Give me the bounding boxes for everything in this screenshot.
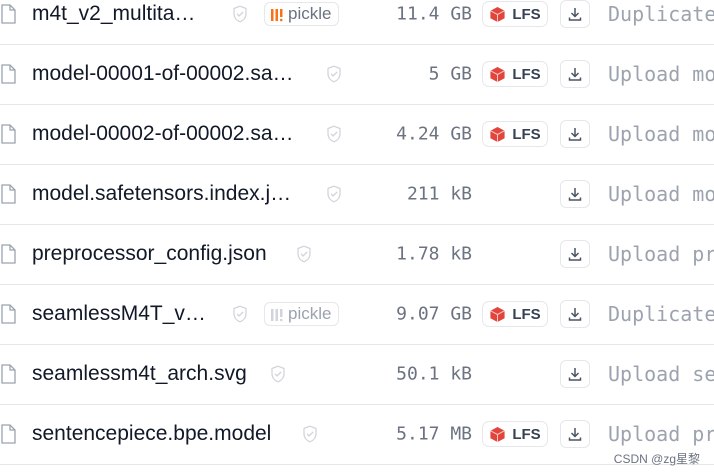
download-button[interactable] xyxy=(560,420,590,448)
file-icon xyxy=(0,244,16,264)
safe-shield-icon xyxy=(326,185,342,203)
file-row[interactable]: seamlessm4t_arch.svg 50.1 kB Upload se xyxy=(0,344,714,405)
file-icon xyxy=(0,124,16,144)
download-button[interactable] xyxy=(560,120,590,148)
download-icon xyxy=(567,126,583,142)
file-icon xyxy=(0,364,16,384)
lfs-cube-icon xyxy=(489,126,506,143)
lfs-label: LFS xyxy=(512,65,541,83)
file-row[interactable]: sentencepiece.bpe.model 5.17 MB LFS Upload … xyxy=(0,404,714,465)
download-button[interactable] xyxy=(560,60,590,88)
pickle-label: pickle xyxy=(288,304,332,323)
pickle-icon xyxy=(271,7,283,22)
file-icon xyxy=(0,64,16,84)
download-button[interactable] xyxy=(560,0,590,28)
lfs-cube-icon xyxy=(489,6,506,23)
safe-shield-icon xyxy=(302,425,318,443)
lfs-label: LFS xyxy=(512,425,541,443)
safe-shield-icon xyxy=(270,365,286,383)
file-name-link[interactable]: model-00001-of-00002.sa… xyxy=(32,62,294,86)
lfs-label: LFS xyxy=(512,125,541,143)
file-row[interactable]: seamlessM4T_v… pickle 9.07 GB LFS Duplicate xyxy=(0,284,714,345)
download-button[interactable] xyxy=(560,300,590,328)
pickle-badge[interactable]: pickle xyxy=(264,2,340,26)
safe-shield-icon xyxy=(232,305,248,323)
lfs-label: LFS xyxy=(512,5,541,23)
pickle-icon xyxy=(271,307,283,322)
file-name-link[interactable]: m4t_v2_multita… xyxy=(32,2,195,26)
commit-message-link[interactable]: Duplicate xyxy=(608,302,714,326)
commit-message-link[interactable]: Upload se xyxy=(608,362,714,386)
file-row[interactable]: preprocessor_config.json 1.78 kB Upload pr xyxy=(0,224,714,285)
download-icon xyxy=(567,426,583,442)
file-size: 11.4 GB xyxy=(396,3,472,25)
commit-message-link[interactable]: Upload pr xyxy=(608,242,714,266)
file-icon xyxy=(0,304,16,324)
commit-message-link[interactable]: Upload pr xyxy=(608,422,714,446)
file-row[interactable]: model-00001-of-00002.sa… 5 GB LFS Upload mo xyxy=(0,44,714,105)
lfs-badge[interactable]: LFS xyxy=(482,421,548,447)
download-icon xyxy=(567,6,583,22)
file-row[interactable]: model-00002-of-00002.sa… 4.24 GB LFS Upload… xyxy=(0,104,714,165)
file-size: 9.07 GB xyxy=(396,303,472,325)
file-size: 5.17 MB xyxy=(396,423,472,445)
file-icon xyxy=(0,424,16,444)
lfs-label: LFS xyxy=(512,305,541,323)
safe-shield-icon xyxy=(296,245,312,263)
file-size: 5 GB xyxy=(428,63,472,85)
commit-message-link[interactable]: Upload mo xyxy=(608,182,714,206)
file-size: 211 kB xyxy=(406,183,472,205)
file-icon xyxy=(0,4,16,24)
file-name-link[interactable]: sentencepiece.bpe.model xyxy=(32,422,271,446)
download-icon xyxy=(567,306,583,322)
lfs-badge[interactable]: LFS xyxy=(482,301,548,327)
file-icon xyxy=(0,184,16,204)
lfs-badge[interactable]: LFS xyxy=(482,61,548,87)
file-name-link[interactable]: seamlessM4T_v… xyxy=(32,302,206,326)
file-name-link[interactable]: preprocessor_config.json xyxy=(32,242,267,266)
file-row[interactable]: model.safetensors.index.j… 211 kB Upload m… xyxy=(0,164,714,225)
safe-shield-icon xyxy=(232,5,248,23)
download-icon xyxy=(567,66,583,82)
commit-message-link[interactable]: Duplicate xyxy=(608,2,714,26)
commit-message-link[interactable]: Upload mo xyxy=(608,62,714,86)
commit-message-link[interactable]: Upload mo xyxy=(608,122,714,146)
lfs-badge[interactable]: LFS xyxy=(482,1,548,27)
safe-shield-icon xyxy=(326,125,342,143)
lfs-cube-icon xyxy=(489,426,506,443)
file-size: 1.78 kB xyxy=(396,243,472,265)
safe-shield-icon xyxy=(326,65,342,83)
lfs-cube-icon xyxy=(489,306,506,323)
download-button[interactable] xyxy=(560,240,590,268)
file-size: 4.24 GB xyxy=(396,123,472,145)
download-icon xyxy=(567,366,583,382)
pickle-badge[interactable]: pickle xyxy=(264,302,340,326)
file-name-link[interactable]: model-00002-of-00002.sa… xyxy=(32,122,294,146)
file-name-link[interactable]: model.safetensors.index.j… xyxy=(32,182,291,206)
file-name-link[interactable]: seamlessm4t_arch.svg xyxy=(32,362,247,386)
lfs-badge[interactable]: LFS xyxy=(482,121,548,147)
watermark: CSDN @zg星黎 xyxy=(613,452,700,466)
download-button[interactable] xyxy=(560,360,590,388)
lfs-cube-icon xyxy=(489,66,506,83)
download-icon xyxy=(567,186,583,202)
download-icon xyxy=(567,246,583,262)
download-button[interactable] xyxy=(560,180,590,208)
file-size: 50.1 kB xyxy=(396,363,472,385)
file-row[interactable]: m4t_v2_multita… pickle 11.4 GB LFS Duplicate xyxy=(0,0,714,45)
pickle-label: pickle xyxy=(288,4,332,23)
